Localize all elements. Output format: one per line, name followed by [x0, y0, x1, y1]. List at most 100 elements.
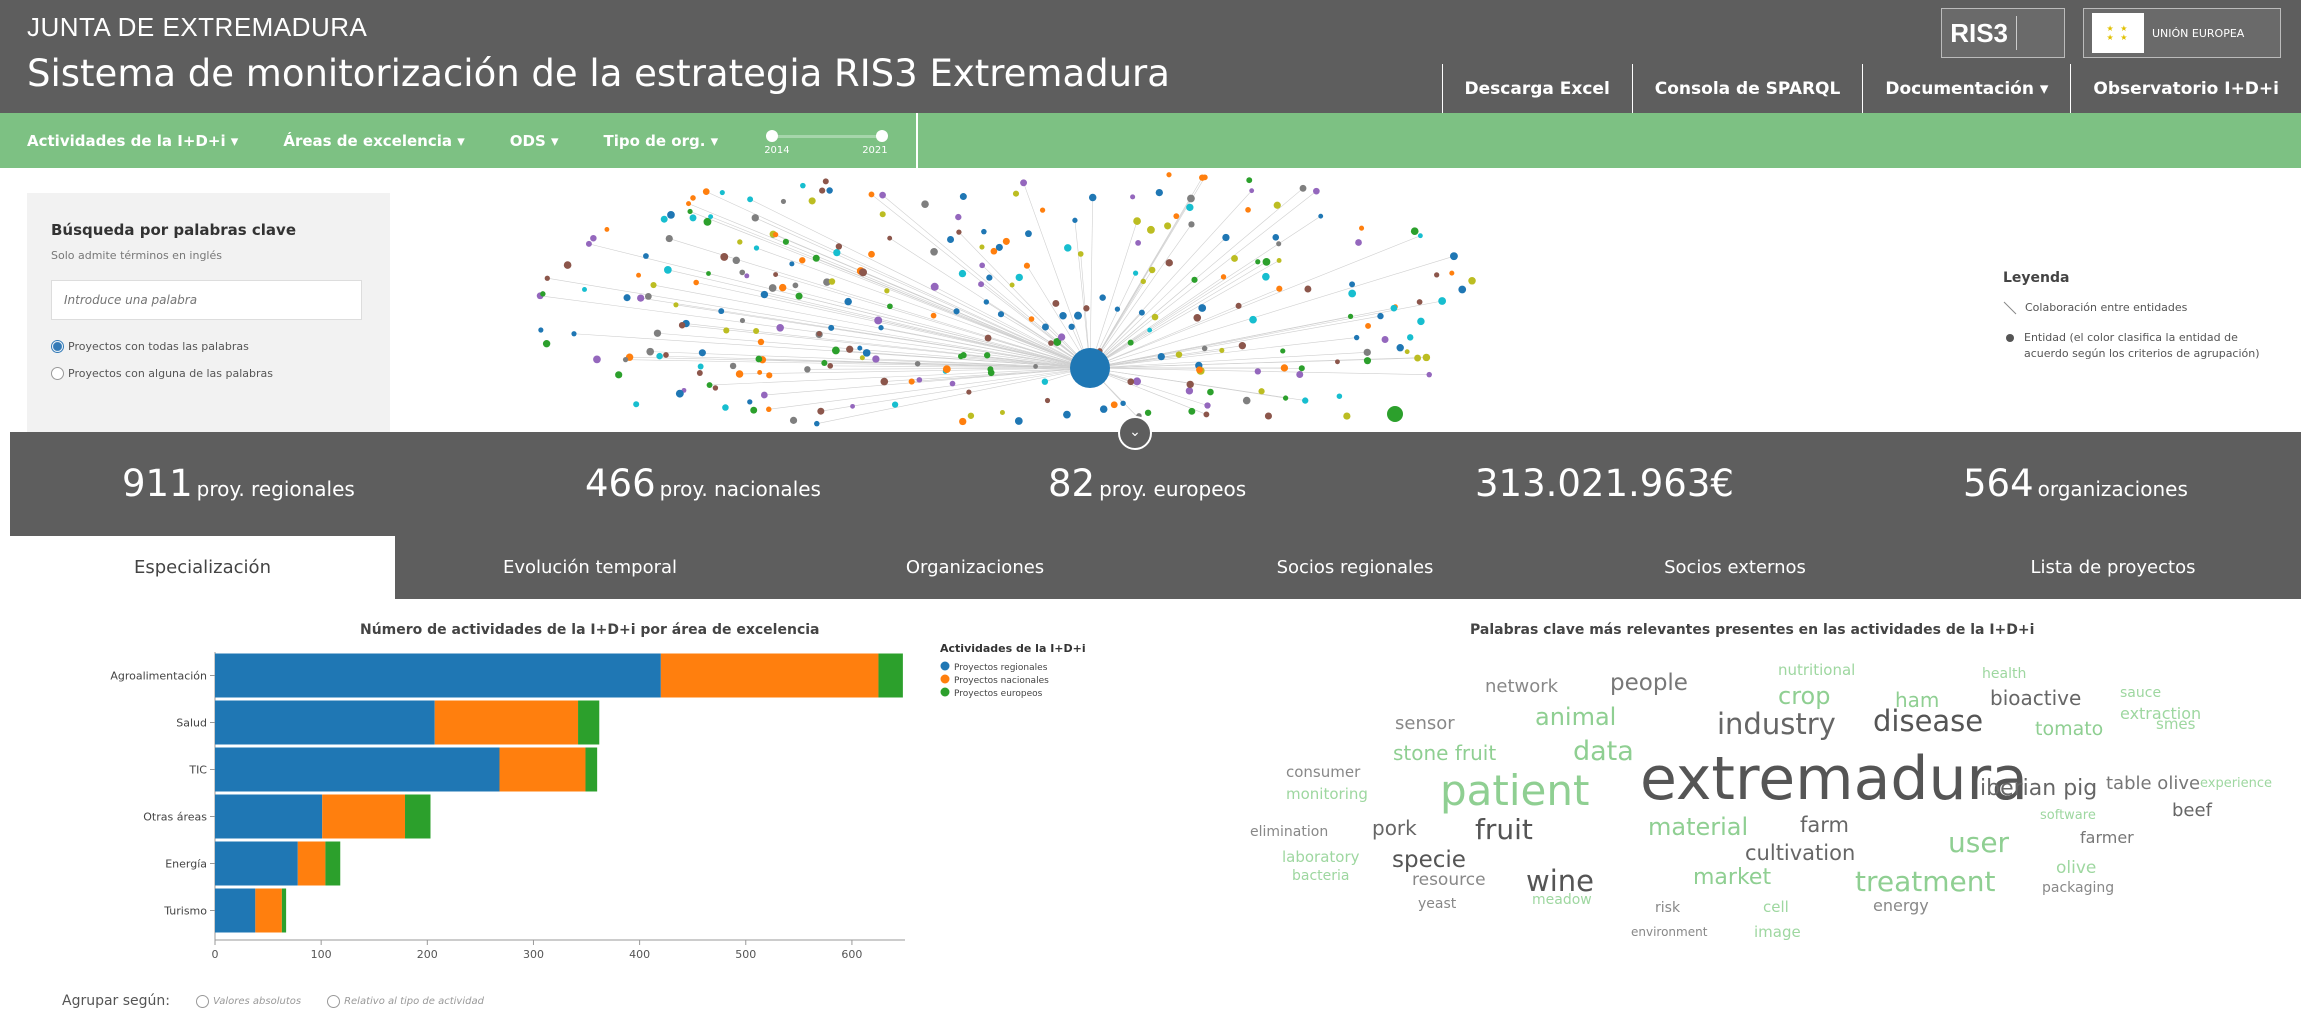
- entity-node[interactable]: [833, 249, 841, 257]
- entity-node[interactable]: [1276, 285, 1283, 292]
- entity-node[interactable]: [1127, 339, 1134, 346]
- entity-node[interactable]: [1187, 194, 1195, 203]
- entity-node[interactable]: [1422, 353, 1431, 362]
- entity-node[interactable]: [1110, 401, 1118, 409]
- entity-node[interactable]: [816, 331, 822, 337]
- entity-node[interactable]: [987, 366, 994, 373]
- keyword-stone-fruit[interactable]: stone fruit: [1393, 741, 1496, 765]
- entity-node[interactable]: [1188, 407, 1196, 415]
- entity-node[interactable]: [1147, 225, 1155, 234]
- entity-node[interactable]: [693, 279, 699, 286]
- entity-node[interactable]: [868, 191, 875, 198]
- entity-node[interactable]: [712, 385, 719, 391]
- radio-relative-icon[interactable]: [327, 994, 341, 1008]
- year-range-slider[interactable]: 2014 2021: [762, 121, 892, 161]
- entity-node[interactable]: [623, 294, 631, 302]
- keyword-packaging[interactable]: packaging: [2042, 880, 2114, 896]
- keyword-beef[interactable]: beef: [2172, 800, 2212, 821]
- entity-node[interactable]: [1147, 327, 1153, 333]
- entity-node[interactable]: [826, 187, 833, 194]
- keyword-environment[interactable]: environment: [1631, 925, 1707, 939]
- entity-node[interactable]: [542, 339, 551, 348]
- entity-node[interactable]: [1313, 187, 1320, 195]
- entity-node[interactable]: [844, 297, 852, 306]
- slider-handle-max[interactable]: [876, 129, 889, 142]
- entity-node[interactable]: [921, 200, 929, 208]
- entity-node[interactable]: [637, 294, 645, 302]
- entity-node[interactable]: [984, 334, 992, 342]
- entity-node[interactable]: [590, 234, 597, 242]
- entity-node[interactable]: [999, 410, 1005, 416]
- entity-node[interactable]: [719, 189, 725, 196]
- filter-actividades[interactable]: Actividades de la I+D+i ▾: [27, 132, 238, 150]
- radio-any-word[interactable]: Proyectos con alguna de las palabras: [51, 367, 366, 380]
- entity-node[interactable]: [773, 272, 779, 277]
- entity-node[interactable]: [953, 308, 960, 315]
- entity-node[interactable]: [1355, 239, 1362, 246]
- entity-node[interactable]: [1245, 207, 1251, 213]
- entity-node[interactable]: [879, 191, 886, 199]
- entity-node[interactable]: [585, 240, 592, 247]
- entity-node[interactable]: [1262, 272, 1270, 281]
- entity-node[interactable]: [766, 372, 773, 379]
- entity-node[interactable]: [1041, 378, 1049, 385]
- entity-node[interactable]: [660, 215, 668, 223]
- entity-node[interactable]: [706, 271, 711, 276]
- entity-node[interactable]: [814, 420, 820, 427]
- legend-entry[interactable]: Proyectos nacionales: [954, 676, 1049, 686]
- bar-segment[interactable]: [499, 747, 586, 792]
- entity-node[interactable]: [732, 256, 740, 265]
- entity-node[interactable]: [739, 318, 746, 324]
- entity-node[interactable]: [1363, 357, 1372, 365]
- entity-node[interactable]: [698, 349, 706, 357]
- tab-evolucion-temporal[interactable]: Evolución temporal: [395, 536, 785, 599]
- entity-node[interactable]: [1273, 201, 1281, 209]
- bar-segment[interactable]: [215, 841, 298, 886]
- group-by-relative[interactable]: Relativo al tipo de actividad: [327, 994, 484, 1008]
- entity-node[interactable]: [780, 198, 787, 205]
- entity-node[interactable]: [983, 352, 991, 359]
- entity-node[interactable]: [1235, 302, 1242, 309]
- entity-node[interactable]: [1114, 306, 1121, 312]
- entity-node[interactable]: [1193, 313, 1202, 322]
- bar-segment[interactable]: [325, 841, 341, 886]
- keyword-tomato[interactable]: tomato: [2035, 718, 2103, 740]
- bar-segment[interactable]: [297, 841, 326, 886]
- bar-segment[interactable]: [215, 700, 435, 745]
- entity-node[interactable]: [967, 412, 975, 419]
- entity-node[interactable]: [868, 250, 875, 258]
- keyword-industry[interactable]: industry: [1717, 707, 1836, 741]
- entity-node[interactable]: [1404, 349, 1410, 355]
- entity-node[interactable]: [1012, 190, 1020, 197]
- keyword-resource[interactable]: resource: [1412, 870, 1486, 890]
- entity-node[interactable]: [942, 365, 951, 374]
- entity-node[interactable]: [1196, 366, 1203, 374]
- entity-node[interactable]: [1220, 274, 1227, 280]
- entity-node[interactable]: [930, 282, 939, 291]
- keyword-treatment[interactable]: treatment: [1855, 865, 1995, 898]
- entity-node[interactable]: [949, 380, 956, 387]
- entity-node[interactable]: [1414, 354, 1422, 362]
- slider-handle-min[interactable]: [766, 129, 779, 142]
- entity-node[interactable]: [1450, 252, 1458, 261]
- entity-node[interactable]: [656, 352, 663, 360]
- entity-node[interactable]: [1088, 193, 1097, 202]
- entity-node[interactable]: [978, 281, 985, 288]
- entity-node[interactable]: [582, 286, 587, 292]
- entity-node[interactable]: [1039, 207, 1046, 213]
- entity-node[interactable]: [930, 312, 937, 319]
- keyword-crop[interactable]: crop: [1778, 682, 1830, 710]
- tab-organizaciones[interactable]: Organizaciones: [785, 536, 1165, 599]
- entity-node[interactable]: [663, 352, 669, 358]
- entity-node[interactable]: [739, 269, 746, 276]
- entity-node[interactable]: [1020, 179, 1028, 187]
- entity-node[interactable]: [1204, 402, 1211, 409]
- entity-node[interactable]: [983, 299, 990, 305]
- entity-node[interactable]: [884, 288, 890, 294]
- entity-node[interactable]: [1282, 395, 1289, 401]
- entity-node[interactable]: [686, 201, 692, 207]
- entity-node[interactable]: [799, 257, 806, 264]
- entity-node[interactable]: [1057, 333, 1066, 341]
- entity-node[interactable]: [1002, 237, 1010, 245]
- entity-node[interactable]: [697, 363, 704, 370]
